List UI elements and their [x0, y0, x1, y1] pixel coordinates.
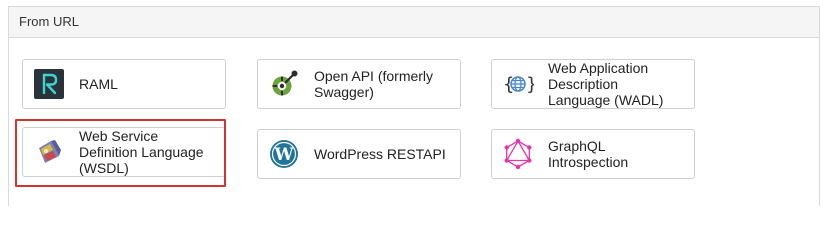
card-label: WordPress RESTAPI [314, 146, 446, 162]
card-label: GraphQL Introspection [548, 138, 629, 170]
wordpress-icon: W [268, 138, 300, 170]
card-label: Open API (formerly Swagger) [314, 68, 434, 100]
card-wordpress[interactable]: W WordPress RESTAPI [257, 129, 461, 179]
svg-text:W: W [273, 145, 294, 165]
globe-braces-icon: { } [502, 68, 534, 100]
openapi-icon [268, 68, 300, 100]
card-openapi[interactable]: Open API (formerly Swagger) [257, 59, 461, 109]
svg-text:}: } [526, 74, 534, 95]
card-graphql[interactable]: GraphQL Introspection [491, 129, 695, 179]
graphql-icon [502, 138, 534, 170]
card-label: Web Application Description Language (WA… [548, 60, 664, 108]
card-raml[interactable]: RAML [22, 59, 226, 109]
card-wadl[interactable]: { } Web Application Description Language… [491, 59, 695, 109]
raml-icon [33, 68, 65, 100]
panel-title: From URL [9, 7, 819, 38]
selection-highlight [15, 119, 226, 187]
card-label: RAML [79, 76, 118, 92]
